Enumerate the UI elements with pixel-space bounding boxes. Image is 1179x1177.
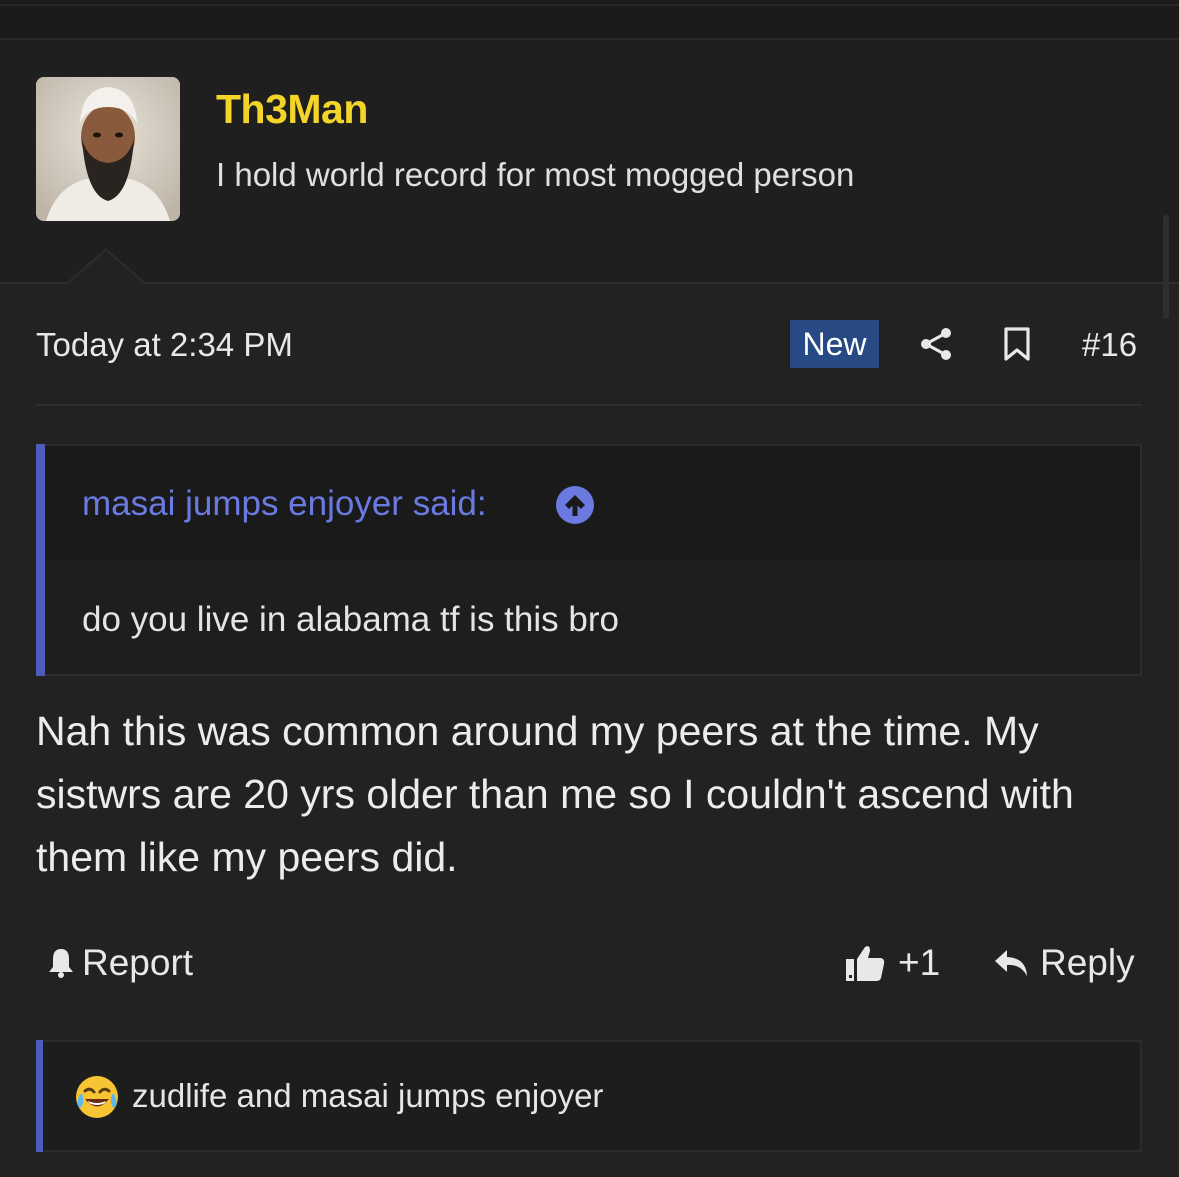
quote-author[interactable]: masai jumps enjoyer said: <box>82 484 487 524</box>
reaction-users[interactable]: zudlife and masai jumps enjoyer <box>132 1077 603 1115</box>
new-badge: New <box>790 320 879 368</box>
like-button[interactable]: +1 <box>844 942 940 984</box>
report-button[interactable]: Report <box>44 942 193 984</box>
user-block: Th3Man I hold world record for most mogg… <box>0 40 1179 319</box>
avatar[interactable] <box>36 77 180 221</box>
post-meta: Today at 2:34 PM New #16 <box>36 310 1142 380</box>
quote-text: do you live in alabama tf is this bro <box>82 600 619 639</box>
post-actions: Report +1 Reply <box>36 938 1142 998</box>
reactions-bar[interactable]: zudlife and masai jumps enjoyer <box>36 1040 1142 1152</box>
quote-accent-bar <box>36 444 45 676</box>
crying-laughing-emoji-icon <box>76 1076 118 1118</box>
post: Th3Man I hold world record for most mogg… <box>0 40 1179 1177</box>
top-strip-divider <box>0 4 1179 6</box>
jump-to-quote-icon[interactable] <box>556 486 594 524</box>
bell-icon <box>49 949 73 978</box>
scrollbar[interactable] <box>1163 215 1169 319</box>
share-icon[interactable] <box>918 326 954 362</box>
reactions-accent-bar <box>36 1040 43 1152</box>
avatar-image <box>36 77 180 221</box>
username[interactable]: Th3Man <box>216 86 368 133</box>
user-title: I hold world record for most mogged pers… <box>216 156 855 193</box>
report-label: Report <box>82 942 194 983</box>
top-strip <box>0 0 1179 40</box>
reply-arrow-icon <box>995 950 1027 976</box>
post-number[interactable]: #16 <box>1082 326 1137 364</box>
post-timestamp[interactable]: Today at 2:34 PM <box>36 326 293 364</box>
thumbs-up-icon <box>846 946 885 981</box>
user-arrow <box>68 251 144 284</box>
meta-divider <box>36 404 1142 406</box>
post-body: Nah this was common around my peers at t… <box>36 708 1074 880</box>
like-count: +1 <box>898 942 941 983</box>
quote-block: masai jumps enjoyer said: do you live in… <box>36 444 1142 676</box>
reply-button[interactable]: Reply <box>992 942 1135 984</box>
reply-label: Reply <box>1040 942 1135 983</box>
bookmark-icon[interactable] <box>1002 326 1032 362</box>
